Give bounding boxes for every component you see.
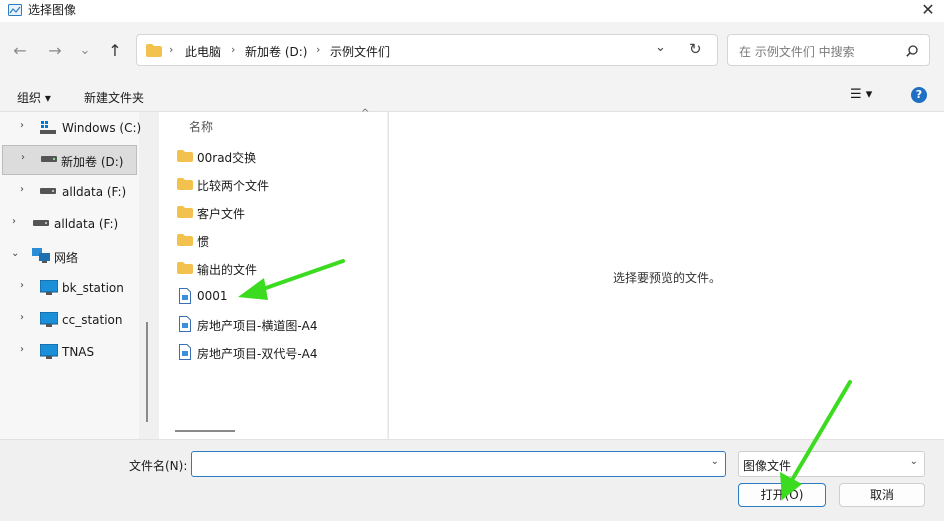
sidebar-item-network[interactable]: ⌄ 网络 [0,242,139,270]
filename-label: 文件名(N): [129,459,188,473]
sidebar-item-windows-c[interactable]: › Windows (C:) [0,114,142,142]
image-app-icon [8,4,22,16]
expand-chevron-icon[interactable]: › [20,120,24,131]
file-name: 客户文件 [197,207,246,221]
expand-chevron-icon[interactable]: › [20,280,24,291]
sort-ascending-icon[interactable]: ^ [361,108,369,119]
file-name: 00rad交换 [197,151,257,165]
file-name: 惯 [197,235,210,249]
sidebar-item-bk-station[interactable]: › bk_station [0,274,139,302]
close-icon[interactable]: ✕ [912,0,944,22]
file-name: 房地产项目-横道图-A4 [197,319,318,333]
breadcrumb-drive-d[interactable]: 新加卷 (D:) [245,43,307,60]
sidebar-item-label: TNAS [62,345,95,359]
image-file-icon [179,316,191,332]
sidebar-item-label: bk_station [62,281,124,295]
preview-message: 选择要预览的文件。 [613,271,722,285]
new-folder-button[interactable]: 新建文件夹 [84,89,144,106]
file-list [159,112,387,439]
folder-icon [177,206,193,218]
sidebar-item-label: 新加卷 (D:) [61,155,124,169]
folder-icon [177,234,193,246]
view-options-icon[interactable]: ☰ ▾ [850,87,872,102]
sidebar-item-label: 网络 [54,251,79,265]
sidebar-item-label: alldata (F:) [62,185,127,199]
search-box[interactable]: 在 示例文件们 中搜索 [727,34,930,66]
file-type-select[interactable]: 图像文件 ⌄ [738,451,925,477]
organize-button[interactable]: 组织 ▾ [17,89,51,106]
refresh-icon[interactable]: ↻ [689,40,702,58]
breadcrumb-sample-files[interactable]: 示例文件们 [330,43,390,60]
search-icon[interactable] [906,45,918,57]
sidebar-item-label: Windows (C:) [62,121,142,135]
breadcrumb-separator[interactable]: › [169,43,173,56]
computer-icon [40,344,58,359]
cancel-button[interactable]: 取消 [839,483,925,507]
sidebar-item-alldata-f[interactable]: › alldata (F:) [0,178,139,206]
address-dropdown-icon[interactable]: ⌄ [655,40,666,55]
sidebar-item-drive-d-selected[interactable]: › 新加卷 (D:) [2,145,137,175]
file-name: 房地产项目-双代号-A4 [197,347,318,361]
breadcrumb-separator[interactable]: › [231,43,235,56]
folder-icon [177,262,193,274]
forward-icon[interactable]: → [43,39,67,63]
open-button[interactable]: 打开(O) [738,483,826,507]
folder-icon [177,178,193,190]
column-header-name[interactable]: 名称 [189,118,213,135]
file-name: 比较两个文件 [197,179,270,193]
breadcrumb-this-pc[interactable]: 此电脑 [185,43,221,60]
sidebar-item-cc-station[interactable]: › cc_station [0,306,139,334]
file-type-value: 图像文件 [743,459,792,473]
recent-locations-icon[interactable]: ⌄ [73,39,97,63]
expand-chevron-icon[interactable]: › [20,344,24,355]
back-icon[interactable]: ← [8,39,32,63]
chevron-down-icon[interactable]: ⌄ [910,456,918,467]
folder-icon [146,44,162,57]
drive-icon [33,220,49,226]
file-name: 0001 [197,289,228,303]
sidebar-item-label: cc_station [62,313,123,327]
image-file-icon [179,344,191,360]
filename-combobox[interactable]: ⌄ [191,451,726,477]
sidebar-item-label: alldata (F:) [54,217,119,231]
expand-chevron-icon[interactable]: › [20,184,24,195]
preview-pane: 选择要预览的文件。 [388,112,944,439]
window-title: 选择图像 [28,3,77,17]
up-folder-icon[interactable]: ↑ [103,39,127,63]
search-placeholder: 在 示例文件们 中搜索 [739,45,855,59]
address-bar[interactable]: › 此电脑 › 新加卷 (D:) › 示例文件们 [136,34,718,66]
sidebar-item-alldata-f-network[interactable]: › alldata (F:) [0,210,139,238]
expand-chevron-icon[interactable]: › [21,152,25,163]
folder-icon [177,150,193,162]
expand-chevron-icon[interactable]: › [20,312,24,323]
file-name: 输出的文件 [197,263,258,277]
network-icon [32,248,50,263]
breadcrumb-separator[interactable]: › [316,43,320,56]
collapse-chevron-icon[interactable]: ⌄ [11,248,19,259]
computer-icon [40,280,58,295]
filename-input[interactable] [196,453,700,477]
windows-drive-icon [40,121,56,134]
sidebar-item-tnas[interactable]: › TNAS [0,338,139,366]
title-bar: 选择图像 ✕ [0,0,944,22]
command-toolbar: 组织 ▾ 新建文件夹 ☰ ▾ ? [0,80,944,112]
chevron-down-icon[interactable]: ⌄ [711,456,719,467]
computer-icon [40,312,58,327]
expand-chevron-icon[interactable]: › [12,216,16,227]
file-list-scrollbar[interactable] [175,430,235,432]
help-icon[interactable]: ? [911,87,927,103]
sidebar-scrollbar[interactable] [146,322,148,422]
drive-icon [40,188,56,194]
drive-icon [41,156,57,162]
image-file-icon [179,288,191,304]
